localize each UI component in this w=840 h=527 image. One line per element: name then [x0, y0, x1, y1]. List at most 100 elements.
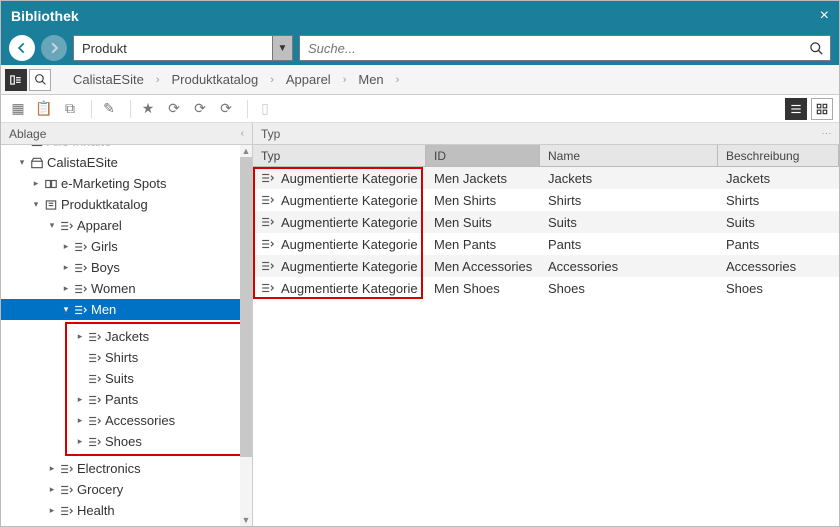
tree-node-label: Alle Inhalte — [47, 145, 111, 149]
cell-typ: Augmentierte Kategorie — [253, 281, 426, 296]
combo-value: Produkt — [73, 35, 273, 61]
category-icon — [43, 199, 59, 211]
breadcrumb-item[interactable]: Men — [358, 72, 383, 87]
tree-node[interactable]: ▸ Women — [1, 278, 252, 299]
edit-icon[interactable]: ✎ — [98, 98, 120, 120]
column-id[interactable]: ID — [426, 145, 540, 166]
cell-id: Men Pants — [426, 237, 540, 252]
tree-node[interactable]: ▸Boys — [1, 257, 252, 278]
table-row[interactable]: Augmentierte KategorieMen ShirtsShirtsSh… — [253, 189, 839, 211]
cell-typ: Augmentierte Kategorie — [253, 259, 426, 274]
cell-name: Accessories — [540, 259, 718, 274]
tree-node[interactable]: ▸Accessories — [67, 410, 244, 431]
cell-name: Pants — [540, 237, 718, 252]
tree-node[interactable]: ▾CalistaESite — [1, 152, 252, 173]
grid-view-button[interactable] — [811, 98, 833, 120]
tree-node[interactable]: ▸Electronics — [1, 458, 252, 479]
table-row[interactable]: Augmentierte KategorieMen SuitsSuitsSuit… — [253, 211, 839, 233]
tree-scrollbar[interactable]: ▲ ▼ — [240, 145, 252, 526]
category-icon — [29, 145, 45, 148]
cell-desc: Jackets — [718, 171, 839, 186]
tree-node-label: Women — [91, 281, 136, 296]
category-icon — [73, 241, 89, 253]
copy-icon[interactable]: ⧉ — [59, 98, 81, 120]
tree-collapse-icon[interactable]: ▾ — [15, 157, 29, 168]
tree-expand-icon[interactable]: ▸ — [29, 178, 43, 189]
tree-expand-icon[interactable]: ▸ — [59, 283, 73, 294]
tree-collapse-icon[interactable]: ▾ — [45, 220, 59, 231]
tree-collapse-icon[interactable]: ▾ — [15, 145, 29, 147]
cell-typ: Augmentierte Kategorie — [253, 171, 426, 186]
scrollbar-thumb[interactable] — [240, 157, 252, 457]
category-icon — [261, 216, 275, 228]
toggle-tree-button[interactable] — [5, 69, 27, 91]
tree-node[interactable]: ▸Home & Furnishing — [1, 521, 252, 526]
breadcrumb-item[interactable]: Produktkatalog — [171, 72, 258, 87]
scroll-up-icon[interactable]: ▲ — [240, 145, 252, 157]
tree-node[interactable]: ▾Men — [1, 299, 252, 320]
tree-expand-icon[interactable]: ▸ — [73, 415, 87, 426]
grid-menu-icon[interactable]: ⋮ — [821, 129, 832, 139]
paste-icon[interactable]: 📋 — [33, 98, 55, 120]
search-icon[interactable] — [802, 41, 830, 56]
tree-node[interactable]: ▸Health — [1, 500, 252, 521]
list-view-button[interactable] — [785, 98, 807, 120]
tree-expand-icon[interactable]: ▸ — [45, 484, 59, 495]
tree-node[interactable]: Shirts — [67, 347, 244, 368]
chevron-down-icon[interactable]: ▼ — [273, 35, 293, 61]
tree-node[interactable]: ▾Produktkatalog — [1, 194, 252, 215]
refresh-icon[interactable]: ⟳ — [163, 98, 185, 120]
refresh-all-icon[interactable]: ⟳ — [189, 98, 211, 120]
column-desc[interactable]: Beschreibung — [718, 145, 839, 166]
new-icon[interactable]: ▦ — [7, 98, 29, 120]
tree-node-label: Jackets — [105, 329, 149, 344]
search-toggle-button[interactable] — [29, 69, 51, 91]
table-row[interactable]: Augmentierte KategorieMen AccessoriesAcc… — [253, 255, 839, 277]
close-icon[interactable]: × — [820, 7, 829, 25]
search-input[interactable] — [299, 35, 831, 61]
tree-expand-icon[interactable]: ▸ — [59, 241, 73, 252]
breadcrumb-item[interactable]: Apparel — [286, 72, 331, 87]
grid-column-headers: Typ ID Name Beschreibung — [253, 145, 839, 167]
column-typ[interactable]: Typ — [253, 145, 426, 166]
tree-expand-icon[interactable]: ▸ — [59, 262, 73, 273]
forward-button[interactable] — [41, 35, 67, 61]
tree-expand-icon[interactable]: ▸ — [73, 331, 87, 342]
tree-expand-icon[interactable]: ▸ — [73, 394, 87, 405]
bookmark-icon[interactable]: ★ — [137, 98, 159, 120]
tree-node[interactable]: ▸Girls — [1, 236, 252, 257]
tree-header: Ablage ‹ — [1, 123, 252, 145]
tree-node[interactable]: ▸Shoes — [67, 431, 244, 452]
breadcrumb-item[interactable]: CalistaESite — [73, 72, 144, 87]
table-row[interactable]: Augmentierte KategorieMen Jackets Jackets… — [253, 167, 839, 189]
tree-expand-icon[interactable]: ▸ — [45, 463, 59, 474]
tree-node[interactable]: ▾ Alle Inhalte — [1, 145, 252, 152]
tree-collapse-icon[interactable]: ▾ — [59, 304, 73, 315]
tree-node[interactable]: ▸ Jackets — [67, 326, 244, 347]
category-icon — [261, 172, 275, 184]
table-row[interactable]: Augmentierte KategorieMen PantsPantsPant… — [253, 233, 839, 255]
delete-icon[interactable]: ▯ — [254, 98, 276, 120]
category-icon — [87, 352, 103, 364]
tree-collapse-icon[interactable]: ▾ — [29, 199, 43, 210]
cell-desc: Pants — [718, 237, 839, 252]
tree-expand-icon[interactable]: ▸ — [73, 436, 87, 447]
tree-node[interactable]: ▸Grocery — [1, 479, 252, 500]
sync-icon[interactable]: ⟳ — [215, 98, 237, 120]
tree-node[interactable]: Suits — [67, 368, 244, 389]
collapse-tree-icon[interactable]: ‹ — [241, 128, 244, 139]
table-row[interactable]: Augmentierte KategorieMen ShoesShoesShoe… — [253, 277, 839, 299]
tree-node[interactable]: ▸e-Marketing Spots — [1, 173, 252, 194]
category-icon — [261, 238, 275, 250]
tree-node[interactable]: ▸Pants — [67, 389, 244, 410]
cell-id: Men Jackets — [426, 171, 540, 186]
search-field[interactable] — [300, 41, 802, 56]
tree-expand-icon[interactable]: ▸ — [45, 505, 59, 516]
back-button[interactable] — [9, 35, 35, 61]
tree-node-label: Suits — [105, 371, 134, 386]
column-name[interactable]: Name — [540, 145, 718, 166]
scroll-down-icon[interactable]: ▼ — [240, 514, 252, 526]
type-combo[interactable]: Produkt ▼ — [73, 35, 293, 61]
cell-name: Suits — [540, 215, 718, 230]
tree-node[interactable]: ▾Apparel — [1, 215, 252, 236]
